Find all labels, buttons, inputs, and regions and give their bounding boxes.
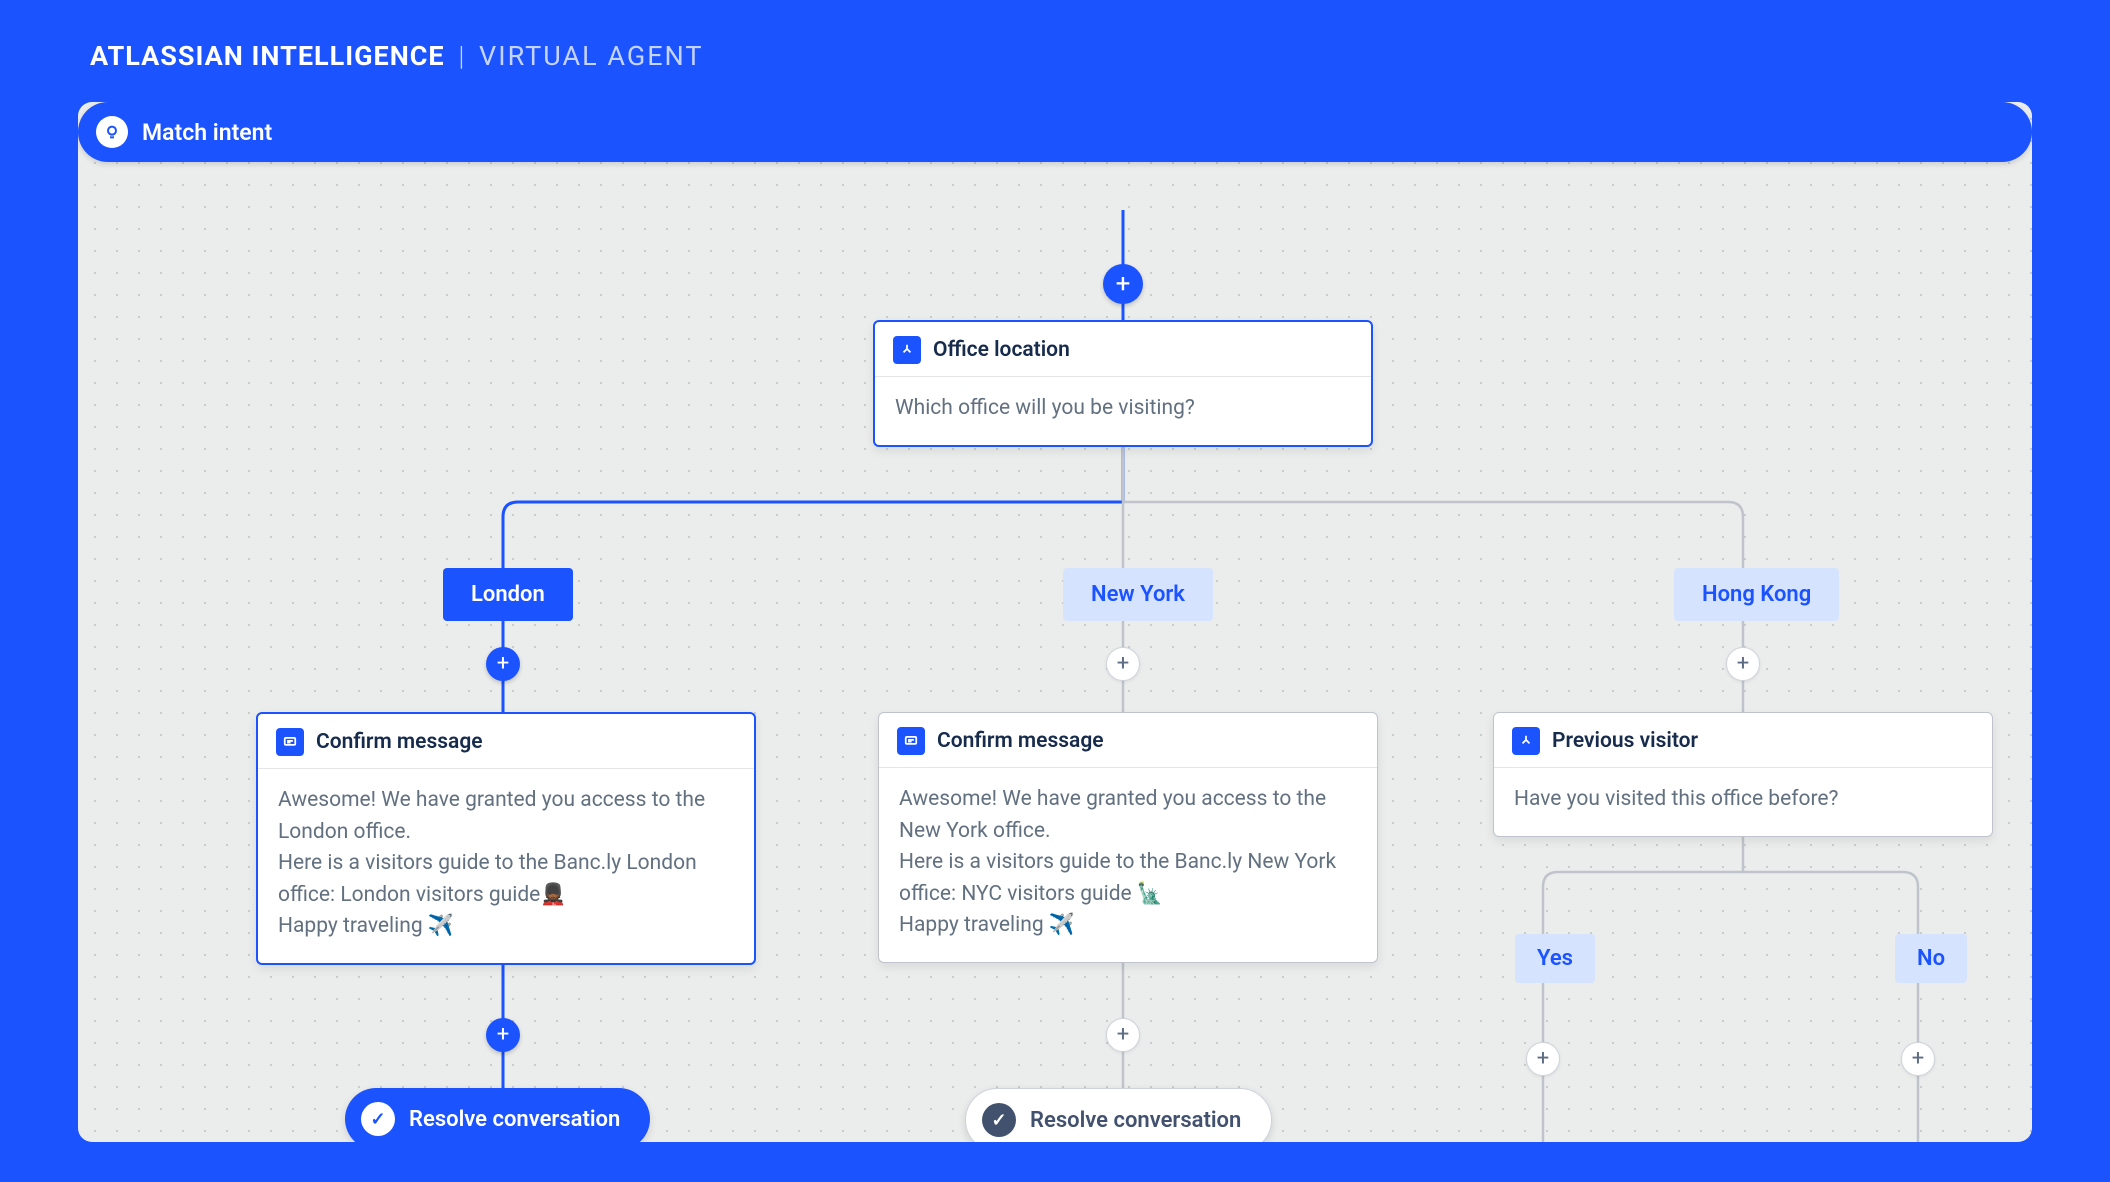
resolve-newyork-label: Resolve conversation bbox=[1030, 1108, 1241, 1133]
newyork-confirm-title: Confirm message bbox=[937, 729, 1104, 753]
newyork-confirm-card[interactable]: Confirm message Awesome! We have granted… bbox=[878, 712, 1378, 963]
branch-icon bbox=[1512, 727, 1540, 755]
hongkong-followup-title: Previous visitor bbox=[1552, 729, 1698, 753]
add-step-hk-no[interactable]: + bbox=[1901, 1042, 1935, 1076]
hongkong-followup-card[interactable]: Previous visitor Have you visited this o… bbox=[1493, 712, 1993, 837]
match-intent-label: Match intent bbox=[142, 119, 272, 146]
option-hongkong[interactable]: Hong Kong bbox=[1674, 568, 1839, 621]
match-intent-node[interactable]: Match intent bbox=[78, 102, 2032, 162]
add-step-button[interactable]: + bbox=[1103, 264, 1143, 304]
option-london[interactable]: London bbox=[443, 568, 573, 621]
message-icon bbox=[276, 728, 304, 756]
option-hongkong-yes[interactable]: Yes bbox=[1515, 934, 1595, 983]
flow-canvas[interactable]: Match intent + Office location Which off… bbox=[78, 102, 2032, 1142]
connector-lines bbox=[78, 102, 2032, 1142]
brand-text: ATLASSIAN INTELLIGENCE bbox=[90, 40, 445, 72]
office-location-card[interactable]: Office location Which office will you be… bbox=[873, 320, 1373, 447]
add-step-hongkong[interactable]: + bbox=[1726, 647, 1760, 681]
resolve-london[interactable]: ✓ Resolve conversation bbox=[345, 1088, 650, 1142]
hongkong-followup-prompt: Have you visited this office before? bbox=[1494, 768, 1992, 836]
option-hongkong-no[interactable]: No bbox=[1895, 934, 1967, 983]
message-icon bbox=[897, 727, 925, 755]
resolve-london-label: Resolve conversation bbox=[409, 1107, 620, 1132]
section-text: VIRTUAL AGENT bbox=[479, 40, 704, 72]
add-step-newyork-2[interactable]: + bbox=[1106, 1018, 1140, 1052]
office-location-title: Office location bbox=[933, 338, 1070, 362]
office-location-prompt: Which office will you be visiting? bbox=[875, 377, 1371, 445]
lightbulb-icon bbox=[96, 116, 128, 148]
resolve-newyork[interactable]: ✓ Resolve conversation bbox=[965, 1088, 1272, 1142]
add-step-newyork[interactable]: + bbox=[1106, 647, 1140, 681]
london-confirm-card[interactable]: Confirm message Awesome! We have granted… bbox=[256, 712, 756, 965]
check-icon: ✓ bbox=[361, 1102, 395, 1136]
london-confirm-body: Awesome! We have granted you access to t… bbox=[258, 769, 754, 963]
newyork-confirm-body: Awesome! We have granted you access to t… bbox=[879, 768, 1377, 962]
add-step-london[interactable]: + bbox=[486, 647, 520, 681]
branch-icon bbox=[893, 336, 921, 364]
london-confirm-title: Confirm message bbox=[316, 730, 483, 754]
option-newyork[interactable]: New York bbox=[1063, 568, 1213, 621]
check-icon: ✓ bbox=[982, 1103, 1016, 1137]
add-step-london-2[interactable]: + bbox=[486, 1018, 520, 1052]
add-step-hk-yes[interactable]: + bbox=[1526, 1042, 1560, 1076]
page-header: ATLASSIAN INTELLIGENCE | VIRTUAL AGENT bbox=[0, 0, 2110, 102]
header-divider: | bbox=[452, 40, 471, 72]
